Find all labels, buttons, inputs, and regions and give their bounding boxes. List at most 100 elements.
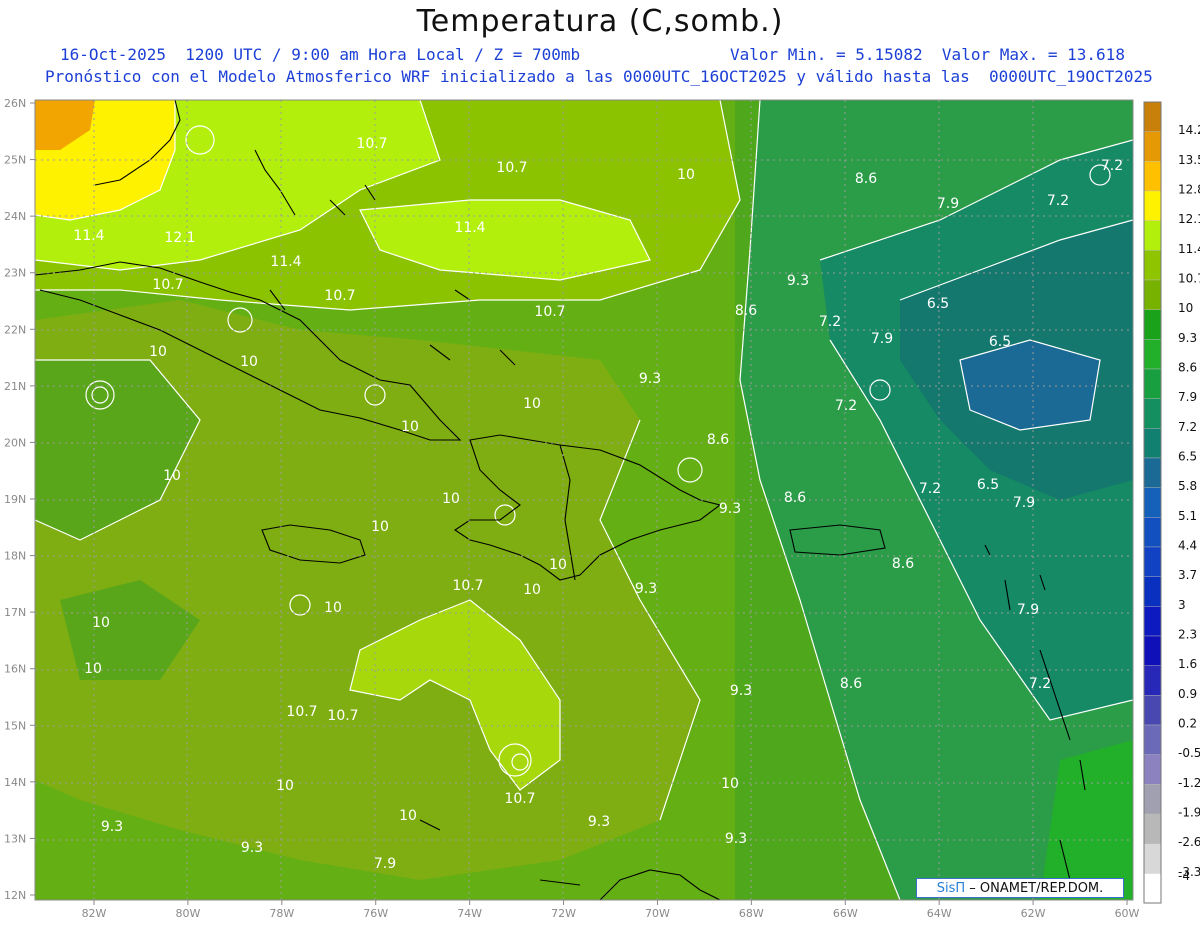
- colorbar-swatch: [1143, 546, 1162, 577]
- contour-value-label: 7.2: [1047, 193, 1069, 209]
- contour-value-label: 9.3: [241, 840, 263, 856]
- colorbar-label: 7.9: [1178, 390, 1197, 404]
- latitude-axis: 26N 25N 24N 23N 22N 21N 20N 19N 18N 17N 16N 15N 14N 1…: [4, 97, 35, 902]
- lon-label: 78W: [269, 907, 294, 920]
- colorbar-label: 11.4: [1178, 242, 1200, 256]
- colorbar-label: 4.4: [1178, 539, 1197, 553]
- colorbar-swatch: [1143, 665, 1162, 696]
- colorbar-swatch: [1143, 635, 1162, 666]
- contour-value-label: 6.5: [977, 477, 999, 493]
- contour-value-label: 10: [163, 468, 181, 484]
- lat-label: 22N: [4, 323, 26, 336]
- contour-value-label: 10: [523, 396, 541, 412]
- colorbar-swatch: [1143, 784, 1162, 815]
- colorbar-swatch: [1143, 754, 1162, 785]
- contour-value-label: 8.6: [784, 490, 806, 506]
- colorbar-swatch: [1143, 606, 1162, 637]
- colorbar-swatch: [1143, 724, 1162, 755]
- colorbar-swatch: [1143, 339, 1162, 370]
- contour-value-label: 7.9: [1017, 602, 1039, 618]
- min-max-line: Valor Min. = 5.15082 Valor Max. = 13.618: [730, 45, 1125, 64]
- colorbar-label: 10.7: [1178, 272, 1200, 286]
- colorbar-label: 0.2: [1178, 717, 1197, 731]
- contour-value-label: 7.9: [374, 856, 396, 872]
- contour-value-label: 10: [84, 661, 102, 677]
- colorbar-swatch: [1143, 843, 1162, 874]
- lat-label: 12N: [4, 889, 26, 902]
- map-title: Temperatura (C,somb.): [416, 4, 784, 39]
- temperature-field: [35, 100, 1133, 900]
- contour-value-label: 10.7: [327, 708, 358, 724]
- colorbar-swatch: [1143, 250, 1162, 281]
- contour-value-label: 10: [677, 167, 695, 183]
- forecast-map: 10.7 10.7 10 8.6 7.2 7.9 7.2 11.4 12.1 11.4 11.4 10…: [4, 97, 1200, 920]
- contour-value-label: 12.1: [164, 230, 195, 246]
- colorbar-label: 14.2: [1178, 123, 1200, 137]
- contour-value-label: 10.7: [504, 791, 535, 807]
- model-info-line: Pronóstico con el Modelo Atmosferico WRF…: [45, 67, 1153, 86]
- lon-label: 74W: [457, 907, 482, 920]
- lon-label: 70W: [645, 907, 670, 920]
- contour-value-label: 10.7: [152, 277, 183, 293]
- colorbar-label: 13.5: [1178, 153, 1200, 167]
- contour-value-label: 6.5: [927, 296, 949, 312]
- contour-value-label: 10: [721, 776, 739, 792]
- contour-value-label: 10: [276, 778, 294, 794]
- contour-value-label: 10: [401, 419, 419, 435]
- lat-label: 20N: [4, 436, 26, 449]
- contour-value-label: 10: [149, 344, 167, 360]
- lat-label: 15N: [4, 719, 26, 732]
- lon-label: 82W: [82, 907, 107, 920]
- lat-label: 23N: [4, 267, 26, 280]
- contour-value-label: 9.3: [101, 819, 123, 835]
- lon-label: 66W: [833, 907, 858, 920]
- lon-label: 80W: [175, 907, 200, 920]
- contour-value-label: 7.2: [835, 398, 857, 414]
- contour-value-label: 7.9: [1013, 495, 1035, 511]
- contour-value-label: 6.5: [989, 334, 1011, 350]
- contour-value-label: 9.3: [588, 814, 610, 830]
- contour-value-label: 10.7: [356, 136, 387, 152]
- credit-box: SisΠ – ONAMET/REP.DOM.: [916, 878, 1124, 898]
- contour-value-label: 7.2: [919, 481, 941, 497]
- contour-value-label: 8.6: [735, 303, 757, 319]
- lat-label: 25N: [4, 154, 26, 167]
- colorbar-label: -1.2: [1178, 776, 1200, 790]
- contour-value-label: 9.3: [725, 831, 747, 847]
- contour-value-label: 10: [399, 808, 417, 824]
- contour-value-label: 10: [523, 582, 541, 598]
- colorbar-label: -0.5: [1178, 746, 1200, 760]
- contour-value-label: 10: [240, 354, 258, 370]
- lat-label: 16N: [4, 663, 26, 676]
- lat-label: 13N: [4, 832, 26, 845]
- contour-value-label: 7.2: [1101, 158, 1123, 174]
- lon-label: 62W: [1021, 907, 1046, 920]
- lat-label: 24N: [4, 210, 26, 223]
- colorbar-label: -1.9: [1178, 806, 1200, 820]
- lon-label: 72W: [551, 907, 576, 920]
- lat-label: 17N: [4, 606, 26, 619]
- contour-value-label: 10: [371, 519, 389, 535]
- colorbar-label: 2.3: [1178, 628, 1197, 642]
- contour-value-label: 10.7: [452, 578, 483, 594]
- colorbar-label: 5.8: [1178, 479, 1197, 493]
- colorbar-swatch: [1143, 131, 1162, 162]
- colorbar-swatch: [1143, 813, 1162, 844]
- lat-label: 18N: [4, 550, 26, 563]
- colorbar-label: 0.9: [1178, 687, 1197, 701]
- contour-value-label: 11.4: [270, 254, 301, 270]
- contour-value-label: 10: [442, 491, 460, 507]
- colorbar-swatch: [1143, 279, 1162, 310]
- colorbar-swatch: [1143, 873, 1162, 904]
- colorbar-swatch: [1143, 220, 1162, 251]
- colorbar-swatch: [1143, 428, 1162, 459]
- contour-value-label: 10.7: [324, 288, 355, 304]
- contour-value-label: 8.6: [855, 171, 877, 187]
- lat-label: 21N: [4, 380, 26, 393]
- colorbar-swatch: [1143, 101, 1162, 132]
- lat-label: 19N: [4, 493, 26, 506]
- sispi-logo: SisΠ: [936, 881, 966, 896]
- contour-value-label: 8.6: [892, 556, 914, 572]
- contour-value-label: 10.7: [534, 304, 565, 320]
- colorbar-swatch: [1143, 487, 1162, 518]
